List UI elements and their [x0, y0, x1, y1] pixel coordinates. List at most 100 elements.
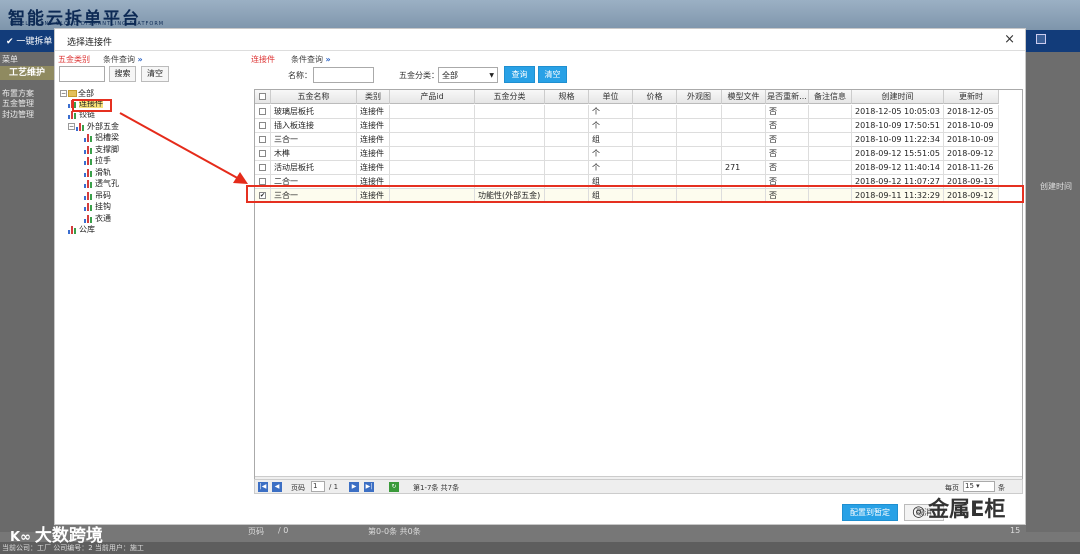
table-row[interactable]: 插入板连接 连接件 个 否 2018-10-09 17:50:51 2018-10-09 [255, 119, 999, 133]
hardware-type-select[interactable]: 全部 ▼ [438, 67, 498, 83]
table-cell [633, 147, 677, 161]
column-header[interactable]: 单位 [589, 90, 633, 104]
right-condition-query[interactable]: 条件查询 » [291, 54, 331, 65]
table-cell: 连接件 [357, 147, 390, 161]
checkbox-icon[interactable] [259, 178, 266, 185]
table-cell [545, 161, 589, 175]
table-cell [722, 133, 766, 147]
table-row[interactable]: 三合一 连接件 组 否 2018-10-09 11:22:34 2018-10-09 [255, 133, 999, 147]
collapse-icon[interactable]: − [60, 90, 67, 97]
column-header[interactable]: 备注信息 [809, 90, 852, 104]
tree-node[interactable]: 铝槽梁 [84, 133, 119, 143]
refresh-icon[interactable]: ↻ [389, 482, 399, 492]
column-header[interactable]: 是否重新... [766, 90, 809, 104]
type-label: 五金分类： [399, 71, 439, 80]
checkbox-icon[interactable] [259, 164, 266, 171]
status-bar: 当前公司：工厂 公司编号：2 当前用户：施工 [0, 542, 1080, 554]
app-subtitle: INTELLIGENT CLOUD DISMANTLING PLATFORM [10, 21, 165, 27]
query-button[interactable]: 查询 [504, 66, 535, 83]
bg-page-total: / 0 [278, 526, 289, 535]
table-row[interactable]: 活动层板托 连接件 个 271 否 2018-09-12 11:40:14 2018-11-… [255, 161, 999, 175]
name-input[interactable] [313, 67, 374, 83]
connector-category-label: 连接件 [251, 55, 275, 64]
table-cell [809, 133, 852, 147]
row-checkbox[interactable] [255, 147, 271, 161]
column-header[interactable]: 规格 [545, 90, 589, 104]
panel-icon [1036, 34, 1046, 44]
category-icon [84, 179, 93, 188]
checkbox-icon[interactable] [259, 150, 266, 157]
select-all-checkbox[interactable] [255, 90, 271, 104]
tree-node[interactable]: 挂钩 [84, 202, 111, 212]
left-condition-query[interactable]: 条件查询 » [103, 54, 143, 65]
table-cell: 2018-09-12 [944, 147, 999, 161]
tree-node[interactable]: 公库 [68, 225, 95, 235]
table-cell: 2018-12-05 10:05:03 [852, 105, 944, 119]
bg-page-size: 15 [1010, 526, 1021, 535]
table-cell [809, 147, 852, 161]
tree-node[interactable]: − 全部 [60, 89, 94, 99]
checkbox-icon[interactable] [259, 136, 266, 143]
tree-node[interactable]: 吊码 [84, 191, 111, 201]
per-page-label: 每页 [945, 484, 959, 492]
category-icon [84, 145, 93, 154]
row-highlight-box [246, 185, 1024, 203]
row-checkbox[interactable] [255, 161, 271, 175]
page-input[interactable]: 1 [311, 481, 325, 492]
page-label: 页码 [291, 484, 305, 492]
table-cell [475, 161, 545, 175]
app-header: 智能云拆单平台 INTELLIGENT CLOUD DISMANTLING PL… [0, 0, 1080, 30]
first-page-icon[interactable]: |◀ [258, 482, 268, 492]
row-checkbox[interactable] [255, 133, 271, 147]
table-cell [677, 133, 722, 147]
column-header[interactable]: 五金分类 [475, 90, 545, 104]
tree-node[interactable]: 衣通 [84, 214, 111, 224]
right-clear-button[interactable]: 清空 [538, 66, 567, 83]
collapse-icon[interactable]: − [68, 123, 75, 130]
sidebar-tab-process[interactable]: 工艺维护 [0, 66, 54, 80]
row-checkbox[interactable] [255, 105, 271, 119]
per-page-select[interactable]: 15 ▾ [963, 481, 995, 492]
next-page-icon[interactable]: ▶ [349, 482, 359, 492]
confirm-button[interactable]: 配置到暂定 [842, 504, 898, 521]
tree-node[interactable]: 透气孔 [84, 179, 119, 189]
column-header[interactable]: 更新时 [944, 90, 999, 104]
watermark-left-text: 大数跨境 [34, 526, 103, 546]
row-checkbox[interactable] [255, 119, 271, 133]
column-header[interactable]: 模型文件 [722, 90, 766, 104]
table-cell [633, 119, 677, 133]
prev-page-icon[interactable]: ◀ [272, 482, 282, 492]
left-clear-button[interactable]: 清空 [141, 66, 169, 82]
tree-node[interactable]: 滑轨 [84, 168, 111, 178]
hardware-type-value: 全部 [442, 71, 458, 80]
table-row[interactable]: 木榫 连接件 个 否 2018-09-12 15:51:05 2018-09-12 [255, 147, 999, 161]
one-click-split-button[interactable]: ✔ 一键拆单 [6, 34, 52, 47]
table-cell [475, 147, 545, 161]
table-row[interactable]: 玻璃层板托 连接件 个 否 2018-12-05 10:05:03 2018-12-05 [255, 105, 999, 119]
table-cell [809, 105, 852, 119]
checkbox-icon[interactable] [259, 108, 266, 115]
bg-page-label: 页码 [248, 527, 264, 536]
close-icon[interactable]: × [1004, 32, 1015, 47]
category-icon [84, 191, 93, 200]
left-search-input[interactable] [59, 66, 105, 82]
checkbox-icon[interactable] [259, 93, 266, 100]
column-header[interactable]: 产品id [390, 90, 475, 104]
tree-node[interactable]: 拉手 [84, 156, 111, 166]
table-cell: 活动层板托 [271, 161, 357, 175]
column-header[interactable]: 创建时间 [852, 90, 944, 104]
column-header[interactable]: 类别 [357, 90, 390, 104]
sidebar-item-edge[interactable]: 封边管理 [2, 109, 34, 120]
search-button[interactable]: 搜索 [109, 66, 136, 82]
tree-node[interactable]: − 外部五金 [68, 122, 119, 132]
column-header[interactable]: 外观图 [677, 90, 722, 104]
column-header[interactable]: 价格 [633, 90, 677, 104]
checkbox-icon[interactable] [259, 122, 266, 129]
table-cell [545, 147, 589, 161]
table-cell: 否 [766, 161, 809, 175]
last-page-icon[interactable]: ▶| [364, 482, 374, 492]
sidebar-item-hardware[interactable]: 五金管理 [2, 98, 34, 109]
table-cell [809, 161, 852, 175]
tree-node[interactable]: 支撑脚 [84, 145, 119, 155]
column-header[interactable]: 五金名称 [271, 90, 357, 104]
